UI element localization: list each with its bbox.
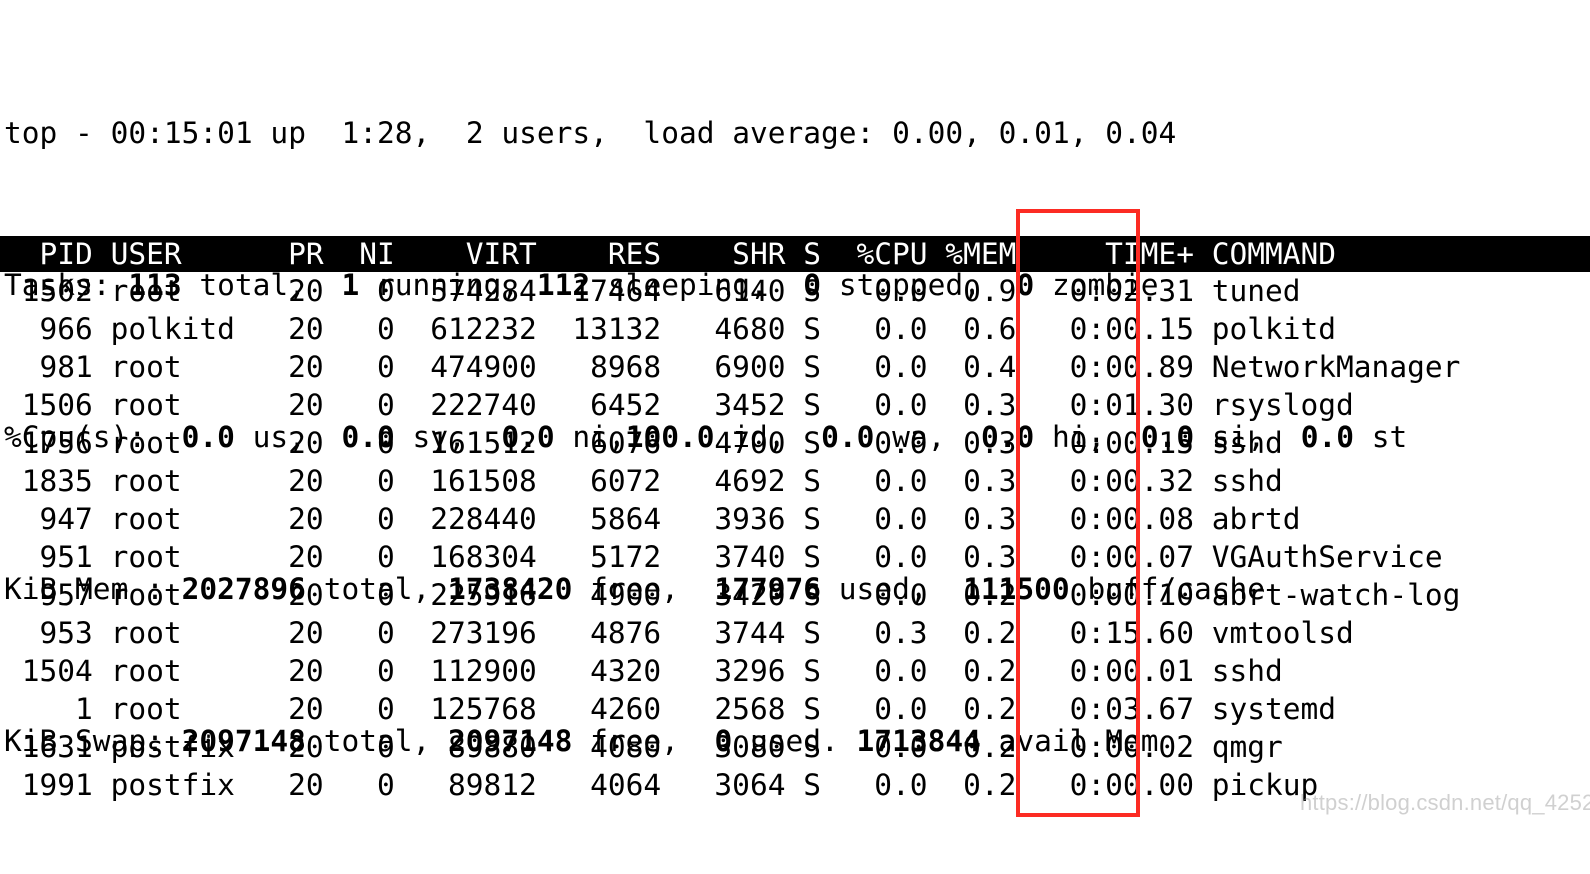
table-row[interactable]: 947 root 20 0 228440 5864 3936 S 0.0 0.3… <box>4 500 1460 538</box>
table-row[interactable]: 1991 postfix 20 0 89812 4064 3064 S 0.0 … <box>4 766 1460 804</box>
users-count: 2 users, <box>430 116 608 150</box>
load-avg-5min: 0.01 <box>998 116 1070 150</box>
table-row[interactable]: 981 root 20 0 474900 8968 6900 S 0.0 0.4… <box>4 348 1461 386</box>
terminal-window: top - 00:15:01 up 1:28, 2 users, load av… <box>0 0 1590 825</box>
table-row[interactable]: 1504 root 20 0 112900 4320 3296 S 0.0 0.… <box>4 652 1460 690</box>
load-average-label: load average: <box>607 116 893 150</box>
uptime-prefix: top - <box>4 116 111 150</box>
table-row[interactable]: 953 root 20 0 273196 4876 3744 S 0.3 0.2… <box>4 614 1460 652</box>
uptime-line: top - 00:15:01 up 1:28, 2 users, load av… <box>4 114 1407 152</box>
table-row[interactable]: 1502 root 20 0 574284 17464 6140 S 0.0 0… <box>4 272 1460 310</box>
process-table-header-text: PID USER PR NI VIRT RES SHR S %CPU %MEM … <box>4 237 1337 271</box>
up-label: up <box>252 116 324 150</box>
table-row[interactable]: 1756 root 20 0 161512 6076 4700 S 0.0 0.… <box>4 424 1460 462</box>
table-row[interactable]: 966 polkitd 20 0 612232 13132 4680 S 0.0… <box>4 310 1460 348</box>
process-table-header[interactable]: PID USER PR NI VIRT RES SHR S %CPU %MEM … <box>0 236 1590 272</box>
table-row[interactable]: 1835 root 20 0 161508 6072 4692 S 0.0 0.… <box>4 462 1460 500</box>
uptime-value: 1:28, <box>323 116 431 150</box>
load-avg-1min: 0.00 <box>892 116 964 150</box>
table-row[interactable]: 1 root 20 0 125768 4260 2568 S 0.0 0.2 0… <box>4 690 1460 728</box>
load-sep-2: , <box>1069 116 1106 150</box>
current-time: 00:15:01 <box>110 116 253 150</box>
load-sep-1: , <box>963 116 999 150</box>
load-avg-15min: 0.04 <box>1105 116 1177 150</box>
process-list: 1502 root 20 0 574284 17464 6140 S 0.0 0… <box>4 272 1461 804</box>
table-row[interactable]: 957 root 20 0 225916 4900 3420 S 0.0 0.2… <box>4 576 1461 614</box>
watermark: https://blog.csdn.net/qq_42527269 <box>1300 790 1590 815</box>
table-row[interactable]: 951 root 20 0 168304 5172 3740 S 0.0 0.3… <box>4 538 1460 576</box>
table-row[interactable]: 1631 postfix 20 0 89880 4080 3080 S 0.0 … <box>4 728 1460 766</box>
table-row[interactable]: 1506 root 20 0 222740 6452 3452 S 0.0 0.… <box>4 386 1460 424</box>
